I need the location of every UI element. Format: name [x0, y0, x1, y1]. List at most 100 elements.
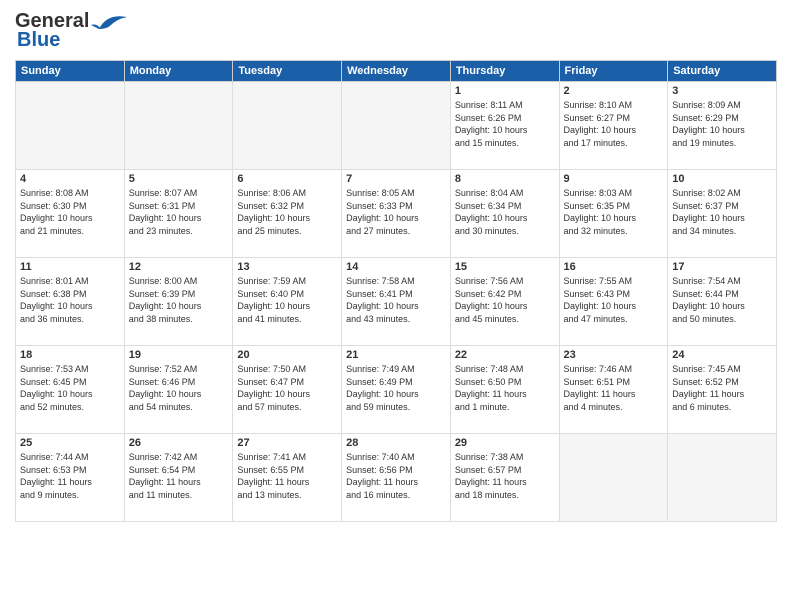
calendar-cell: 28 Sunrise: 7:40 AM Sunset: 6:56 PM Dayli…: [342, 434, 451, 522]
logo-blue: Blue: [15, 29, 60, 52]
day-info: Sunrise: 8:10 AM Sunset: 6:27 PM Dayligh…: [564, 99, 664, 149]
calendar-cell: 21Sunrise: 7:49 AM Sunset: 6:49 PM Dayli…: [342, 346, 451, 434]
calendar-week-4: 25 Sunrise: 7:44 AM Sunset: 6:53 PM Dayli…: [16, 434, 777, 522]
calendar-week-1: 4 Sunrise: 8:08 AM Sunset: 6:30 PM Daylig…: [16, 170, 777, 258]
calendar-cell: [16, 82, 125, 170]
day-number: 25: [20, 437, 120, 449]
day-number: 28: [346, 437, 446, 449]
calendar-cell: 16 Sunrise: 7:55 AM Sunset: 6:43 PM Dayli…: [559, 258, 668, 346]
calendar-cell: [124, 82, 233, 170]
calendar-cell: [559, 434, 668, 522]
day-info: Sunrise: 7:46 AM Sunset: 6:51 PM Dayligh…: [564, 363, 664, 413]
day-number: 27: [237, 437, 337, 449]
calendar-cell: 26Sunrise: 7:42 AM Sunset: 6:54 PM Dayli…: [124, 434, 233, 522]
calendar-week-2: 11 Sunrise: 8:01 AM Sunset: 6:38 PM Dayli…: [16, 258, 777, 346]
day-info: Sunrise: 8:11 AM Sunset: 6:26 PM Dayligh…: [455, 99, 555, 149]
calendar-cell: 6 Sunrise: 8:06 AM Sunset: 6:32 PM Daylig…: [233, 170, 342, 258]
day-info: Sunrise: 7:48 AM Sunset: 6:50 PM Dayligh…: [455, 363, 555, 413]
calendar-cell: [668, 434, 777, 522]
day-info: Sunrise: 7:53 AM Sunset: 6:45 PM Dayligh…: [20, 363, 120, 413]
day-number: 8: [455, 173, 555, 185]
day-info: Sunrise: 7:54 AM Sunset: 6:44 PM Dayligh…: [672, 275, 772, 325]
calendar-header-sunday: Sunday: [16, 61, 125, 82]
calendar-header-row: SundayMondayTuesdayWednesdayThursdayFrid…: [16, 61, 777, 82]
day-number: 19: [129, 349, 229, 361]
calendar-cell: 9 Sunrise: 8:03 AM Sunset: 6:35 PM Daylig…: [559, 170, 668, 258]
day-info: Sunrise: 7:50 AM Sunset: 6:47 PM Dayligh…: [237, 363, 337, 413]
day-info: Sunrise: 8:08 AM Sunset: 6:30 PM Dayligh…: [20, 187, 120, 237]
day-info: Sunrise: 7:45 AM Sunset: 6:52 PM Dayligh…: [672, 363, 772, 413]
day-info: Sunrise: 7:42 AM Sunset: 6:54 PM Dayligh…: [129, 451, 229, 501]
calendar-cell: 15 Sunrise: 7:56 AM Sunset: 6:42 PM Dayli…: [450, 258, 559, 346]
calendar-cell: 29 Sunrise: 7:38 AM Sunset: 6:57 PM Dayli…: [450, 434, 559, 522]
day-info: Sunrise: 8:09 AM Sunset: 6:29 PM Dayligh…: [672, 99, 772, 149]
day-number: 6: [237, 173, 337, 185]
day-number: 29: [455, 437, 555, 449]
calendar-cell: 27 Sunrise: 7:41 AM Sunset: 6:55 PM Dayli…: [233, 434, 342, 522]
day-info: Sunrise: 7:56 AM Sunset: 6:42 PM Dayligh…: [455, 275, 555, 325]
page-header: General Blue: [15, 10, 777, 52]
day-info: Sunrise: 7:55 AM Sunset: 6:43 PM Dayligh…: [564, 275, 664, 325]
day-info: Sunrise: 8:00 AM Sunset: 6:39 PM Dayligh…: [129, 275, 229, 325]
day-info: Sunrise: 7:52 AM Sunset: 6:46 PM Dayligh…: [129, 363, 229, 413]
calendar-cell: 25 Sunrise: 7:44 AM Sunset: 6:53 PM Dayli…: [16, 434, 125, 522]
calendar-table: SundayMondayTuesdayWednesdayThursdayFrid…: [15, 60, 777, 522]
calendar-cell: 1 Sunrise: 8:11 AM Sunset: 6:26 PM Daylig…: [450, 82, 559, 170]
day-info: Sunrise: 7:41 AM Sunset: 6:55 PM Dayligh…: [237, 451, 337, 501]
calendar-header-saturday: Saturday: [668, 61, 777, 82]
day-info: Sunrise: 8:04 AM Sunset: 6:34 PM Dayligh…: [455, 187, 555, 237]
day-number: 15: [455, 261, 555, 273]
day-number: 11: [20, 261, 120, 273]
day-number: 21: [346, 349, 446, 361]
day-info: Sunrise: 7:44 AM Sunset: 6:53 PM Dayligh…: [20, 451, 120, 501]
day-number: 13: [237, 261, 337, 273]
day-info: Sunrise: 7:38 AM Sunset: 6:57 PM Dayligh…: [455, 451, 555, 501]
day-info: Sunrise: 7:59 AM Sunset: 6:40 PM Dayligh…: [237, 275, 337, 325]
calendar-cell: 23 Sunrise: 7:46 AM Sunset: 6:51 PM Dayli…: [559, 346, 668, 434]
day-number: 16: [564, 261, 664, 273]
day-number: 7: [346, 173, 446, 185]
calendar-cell: 5 Sunrise: 8:07 AM Sunset: 6:31 PM Daylig…: [124, 170, 233, 258]
day-number: 3: [672, 85, 772, 97]
calendar-cell: [233, 82, 342, 170]
calendar-week-3: 18 Sunrise: 7:53 AM Sunset: 6:45 PM Dayli…: [16, 346, 777, 434]
calendar-header-tuesday: Tuesday: [233, 61, 342, 82]
calendar-cell: 13 Sunrise: 7:59 AM Sunset: 6:40 PM Dayli…: [233, 258, 342, 346]
day-info: Sunrise: 7:40 AM Sunset: 6:56 PM Dayligh…: [346, 451, 446, 501]
day-number: 18: [20, 349, 120, 361]
calendar-cell: 2 Sunrise: 8:10 AM Sunset: 6:27 PM Daylig…: [559, 82, 668, 170]
day-number: 22: [455, 349, 555, 361]
day-number: 23: [564, 349, 664, 361]
calendar-cell: 8 Sunrise: 8:04 AM Sunset: 6:34 PM Daylig…: [450, 170, 559, 258]
day-number: 24: [672, 349, 772, 361]
day-number: 4: [20, 173, 120, 185]
page-container: General Blue SundayMondayTuesdayWednesda…: [0, 0, 792, 532]
day-number: 17: [672, 261, 772, 273]
calendar-cell: 12Sunrise: 8:00 AM Sunset: 6:39 PM Dayli…: [124, 258, 233, 346]
day-info: Sunrise: 8:06 AM Sunset: 6:32 PM Dayligh…: [237, 187, 337, 237]
day-number: 1: [455, 85, 555, 97]
day-number: 2: [564, 85, 664, 97]
day-info: Sunrise: 7:58 AM Sunset: 6:41 PM Dayligh…: [346, 275, 446, 325]
logo: General Blue: [15, 10, 127, 52]
day-info: Sunrise: 8:02 AM Sunset: 6:37 PM Dayligh…: [672, 187, 772, 237]
calendar-week-0: 1 Sunrise: 8:11 AM Sunset: 6:26 PM Daylig…: [16, 82, 777, 170]
day-info: Sunrise: 8:07 AM Sunset: 6:31 PM Dayligh…: [129, 187, 229, 237]
calendar-cell: 19 Sunrise: 7:52 AM Sunset: 6:46 PM Dayli…: [124, 346, 233, 434]
calendar-cell: 17 Sunrise: 7:54 AM Sunset: 6:44 PM Dayli…: [668, 258, 777, 346]
calendar-cell: 10Sunrise: 8:02 AM Sunset: 6:37 PM Dayli…: [668, 170, 777, 258]
calendar-cell: 11 Sunrise: 8:01 AM Sunset: 6:38 PM Dayli…: [16, 258, 125, 346]
day-info: Sunrise: 8:05 AM Sunset: 6:33 PM Dayligh…: [346, 187, 446, 237]
calendar-cell: 14Sunrise: 7:58 AM Sunset: 6:41 PM Dayli…: [342, 258, 451, 346]
calendar-header-monday: Monday: [124, 61, 233, 82]
day-info: Sunrise: 8:01 AM Sunset: 6:38 PM Dayligh…: [20, 275, 120, 325]
calendar-header-friday: Friday: [559, 61, 668, 82]
day-info: Sunrise: 8:03 AM Sunset: 6:35 PM Dayligh…: [564, 187, 664, 237]
day-number: 9: [564, 173, 664, 185]
calendar-header-thursday: Thursday: [450, 61, 559, 82]
calendar-cell: 24 Sunrise: 7:45 AM Sunset: 6:52 PM Dayli…: [668, 346, 777, 434]
logo-bird-icon: [89, 11, 127, 33]
day-number: 5: [129, 173, 229, 185]
calendar-cell: 3 Sunrise: 8:09 AM Sunset: 6:29 PM Daylig…: [668, 82, 777, 170]
calendar-cell: 22 Sunrise: 7:48 AM Sunset: 6:50 PM Dayli…: [450, 346, 559, 434]
